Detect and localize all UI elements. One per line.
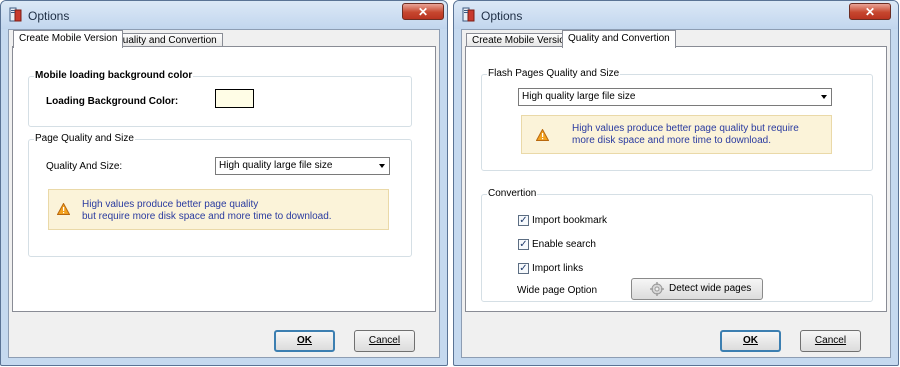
group-title: Page Quality and Size [34, 133, 135, 145]
notice-line-1: High values produce better page quality … [572, 123, 799, 134]
ok-button[interactable]: OK [720, 330, 781, 352]
warning-icon [536, 129, 549, 141]
dialog-body: Create Mobile Version Quality and Conver… [8, 29, 440, 358]
gear-icon [650, 282, 664, 296]
flash-quality-notice: High values produce better page quality … [521, 115, 832, 154]
loading-background-color-label: Loading Background Color: [46, 96, 179, 107]
ok-label: OK [297, 335, 312, 346]
app-icon [9, 7, 22, 22]
close-button[interactable]: ✕ [402, 3, 444, 20]
enable-search-label: Enable search [532, 239, 596, 250]
cancel-button[interactable]: Cancel [800, 330, 861, 352]
detect-wide-pages-label: Detect wide pages [669, 283, 752, 294]
quality-select[interactable]: High quality large file size [215, 157, 390, 175]
background-color-picker[interactable] [215, 89, 254, 108]
tab-label: Quality and Convertion [568, 33, 670, 44]
import-bookmark-label: Import bookmark [532, 215, 608, 226]
notice-line-1: High values produce better page quality [82, 199, 259, 210]
flash-quality-select-value: High quality large file size [522, 91, 636, 102]
enable-search-checkbox[interactable]: ✓ [518, 239, 529, 250]
window-title: Options [481, 9, 523, 23]
tab-panel: Mobile loading background color Loading … [12, 46, 436, 312]
import-links-label: Import links [532, 263, 584, 274]
ok-button[interactable]: OK [274, 330, 335, 352]
options-dialog-mobile: Options ✕ Create Mobile Version Quality … [0, 0, 448, 366]
close-icon: ✕ [417, 5, 429, 19]
tab-label: Quality and Convertion [115, 35, 217, 46]
group-title: Convertion [487, 188, 538, 200]
detect-wide-pages-button[interactable]: Detect wide pages [631, 278, 763, 300]
tab-label: Create Mobile Version [19, 33, 118, 44]
cancel-label: Cancel [814, 335, 847, 346]
cancel-button[interactable]: Cancel [354, 330, 415, 352]
page-quality-group: Page Quality and Size Quality And Size: … [28, 133, 412, 257]
tab-create-mobile-version[interactable]: Create Mobile Version [13, 30, 124, 48]
import-links-checkbox[interactable]: ✓ [518, 263, 529, 274]
import-bookmark-checkbox[interactable]: ✓ [518, 215, 529, 226]
options-dialog-quality: Options ✕ Create Mobile Version Quality … [453, 0, 899, 366]
tab-label: Create Mobile Version [472, 35, 571, 46]
chevron-down-icon [821, 95, 827, 99]
title-bar[interactable]: Options ✕ [454, 1, 898, 29]
wide-page-option-label: Wide page Option [517, 285, 598, 296]
close-icon: ✕ [864, 5, 876, 19]
notice-line-2: but require more disk space and more tim… [82, 211, 332, 222]
group-title: Mobile loading background color [34, 70, 194, 82]
ok-label: OK [743, 335, 758, 346]
quality-notice: High values produce better page quality … [48, 189, 389, 230]
mobile-background-group: Mobile loading background color Loading … [28, 70, 412, 127]
notice-line-2: more disk space and more time to downloa… [572, 135, 771, 146]
app-icon [462, 7, 475, 22]
tab-quality-and-convertion[interactable]: Quality and Convertion [562, 30, 676, 48]
title-bar[interactable]: Options ✕ [1, 1, 447, 29]
dialog-body: Create Mobile Version Quality and Conver… [461, 29, 891, 358]
quality-select-value: High quality large file size [219, 160, 333, 171]
flash-quality-select[interactable]: High quality large file size [518, 88, 832, 106]
group-title: Flash Pages Quality and Size [487, 68, 621, 80]
quality-and-size-label: Quality And Size: [46, 161, 123, 172]
chevron-down-icon [379, 164, 385, 168]
warning-icon [57, 203, 70, 215]
convertion-group: Convertion ✓ Import bookmark ✓ Enable se… [481, 188, 873, 302]
flash-quality-group: Flash Pages Quality and Size High qualit… [481, 68, 873, 171]
cancel-label: Cancel [368, 335, 401, 346]
close-button[interactable]: ✕ [849, 3, 891, 20]
tab-panel: Flash Pages Quality and Size High qualit… [465, 46, 887, 312]
window-title: Options [28, 9, 70, 23]
